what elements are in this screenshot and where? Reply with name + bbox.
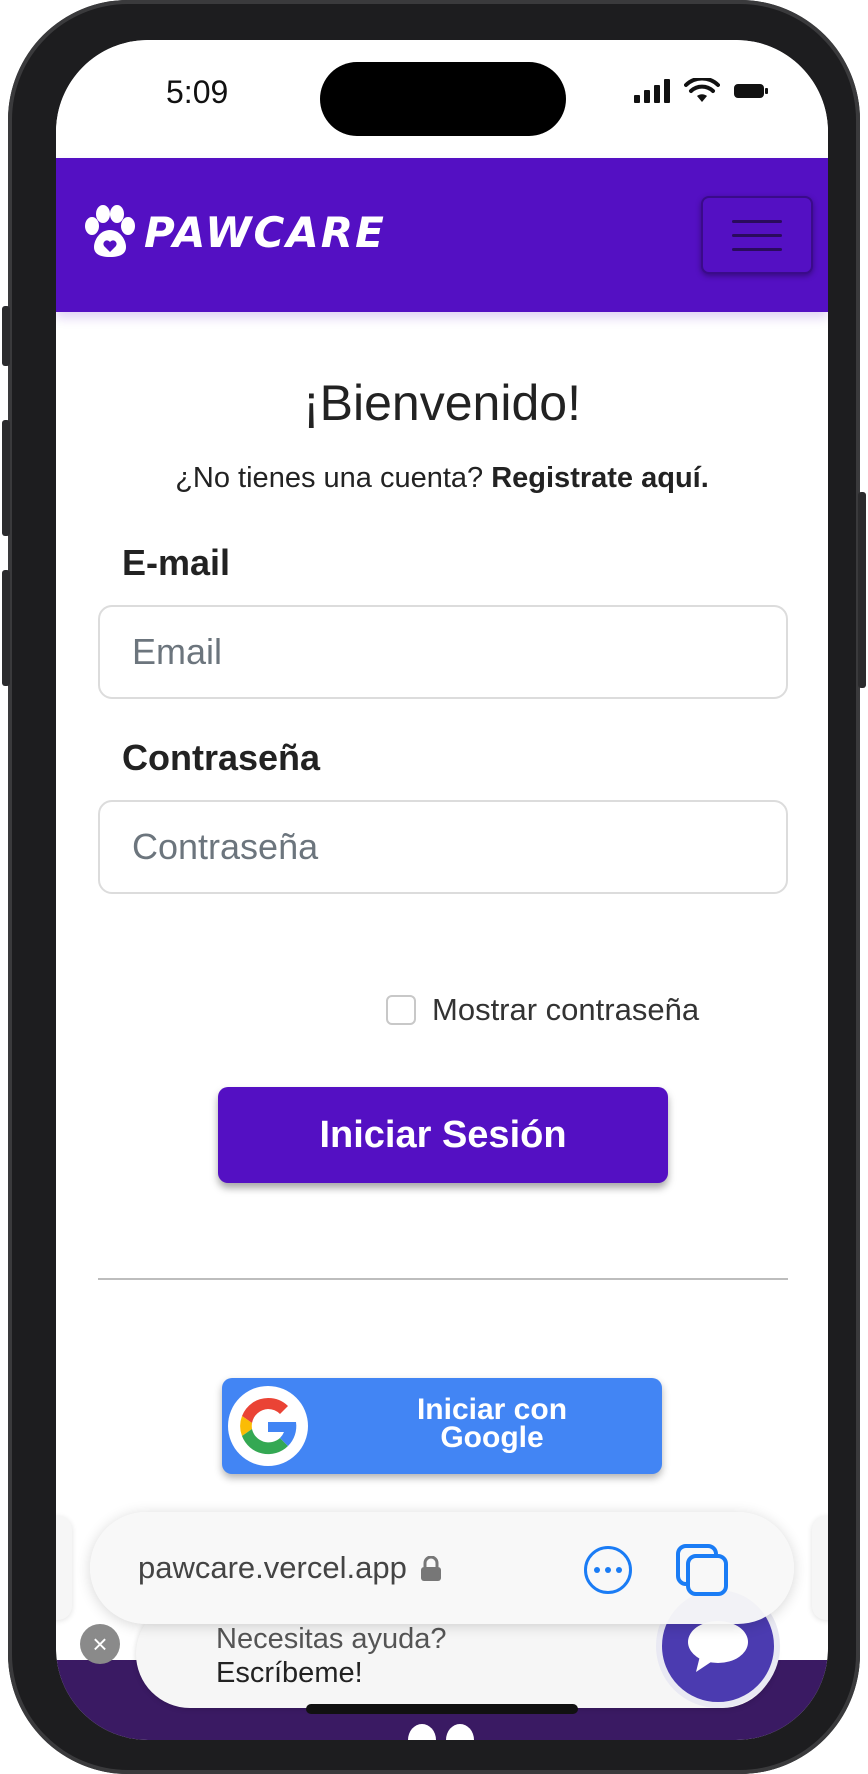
menu-toggle-button[interactable] (701, 196, 813, 274)
wifi-icon (684, 78, 720, 102)
login-button[interactable]: Iniciar Sesión (218, 1087, 668, 1183)
cellular-signal-icon (634, 79, 670, 103)
volume-down-button (2, 570, 10, 686)
more-options-dot (616, 1567, 622, 1573)
screen: 5:09 PAWCARE ¡Bienvenido! ¿No tienes una… (56, 40, 828, 1740)
paw-icon (85, 205, 135, 257)
password-input[interactable]: Contraseña (98, 800, 788, 894)
volume-up-button (2, 420, 10, 536)
google-login-label-line2: Google (440, 1421, 544, 1454)
register-link[interactable]: Registrate aquí. (491, 462, 709, 494)
brand-logo[interactable]: PAWCARE (82, 204, 386, 260)
status-time: 5:09 (166, 74, 229, 110)
more-options-dot (605, 1567, 611, 1573)
footer-paw-icon (408, 1724, 474, 1740)
status-bar: 5:09 (56, 40, 828, 158)
chat-prompt-line2: Escríbeme! (216, 1657, 363, 1689)
show-password-checkbox[interactable] (386, 995, 416, 1025)
more-options-icon[interactable] (584, 1546, 632, 1594)
hamburger-icon-bar (732, 247, 782, 251)
battery-icon (734, 84, 768, 98)
show-password-label: Mostrar contraseña (432, 992, 700, 1027)
chat-bubble-icon (688, 1621, 748, 1672)
navbar: PAWCARE (56, 158, 828, 312)
dynamic-island (320, 62, 566, 136)
google-g-icon (228, 1386, 308, 1466)
brand-name: PAWCARE (144, 207, 386, 257)
phone-frame: 5:09 PAWCARE ¡Bienvenido! ¿No tienes una… (2, 0, 866, 1774)
address-bar[interactable]: pawcare.vercel.app (90, 1512, 794, 1624)
close-chat-button[interactable]: × (80, 1624, 120, 1664)
google-login-label-line1: Iniciar con (416, 1393, 568, 1426)
hamburger-icon-bar (732, 219, 782, 223)
hamburger-icon-bar (732, 233, 782, 237)
google-login-button[interactable]: Iniciar con Google (222, 1378, 662, 1474)
google-login-label: Iniciar con Google (342, 1393, 642, 1454)
signup-prompt-text: ¿No tienes una cuenta? (175, 462, 484, 494)
status-icons (634, 78, 768, 104)
email-input[interactable]: Email (98, 605, 788, 699)
chat-prompt-text: Necesitas ayuda? Escríbeme! (216, 1622, 447, 1690)
more-options-dot (594, 1567, 600, 1573)
page-title: ¡Bienvenido! (303, 375, 581, 431)
password-label: Contraseña (122, 737, 321, 778)
url-text[interactable]: pawcare.vercel.app (138, 1550, 407, 1586)
tabs-icon[interactable] (674, 1542, 730, 1598)
home-indicator (306, 1704, 578, 1714)
next-tab-card[interactable] (812, 1516, 828, 1620)
previous-tab-card[interactable] (56, 1516, 72, 1620)
signup-prompt: ¿No tienes una cuenta? Registrate aquí. (56, 462, 828, 495)
power-button (858, 492, 866, 688)
email-label: E-mail (122, 542, 231, 583)
action-button (2, 306, 10, 366)
lock-icon (421, 1556, 441, 1581)
divider (98, 1278, 788, 1280)
chat-prompt-line1: Necesitas ayuda? (216, 1623, 447, 1655)
show-password-toggle[interactable]: Mostrar contraseña (386, 992, 699, 1028)
